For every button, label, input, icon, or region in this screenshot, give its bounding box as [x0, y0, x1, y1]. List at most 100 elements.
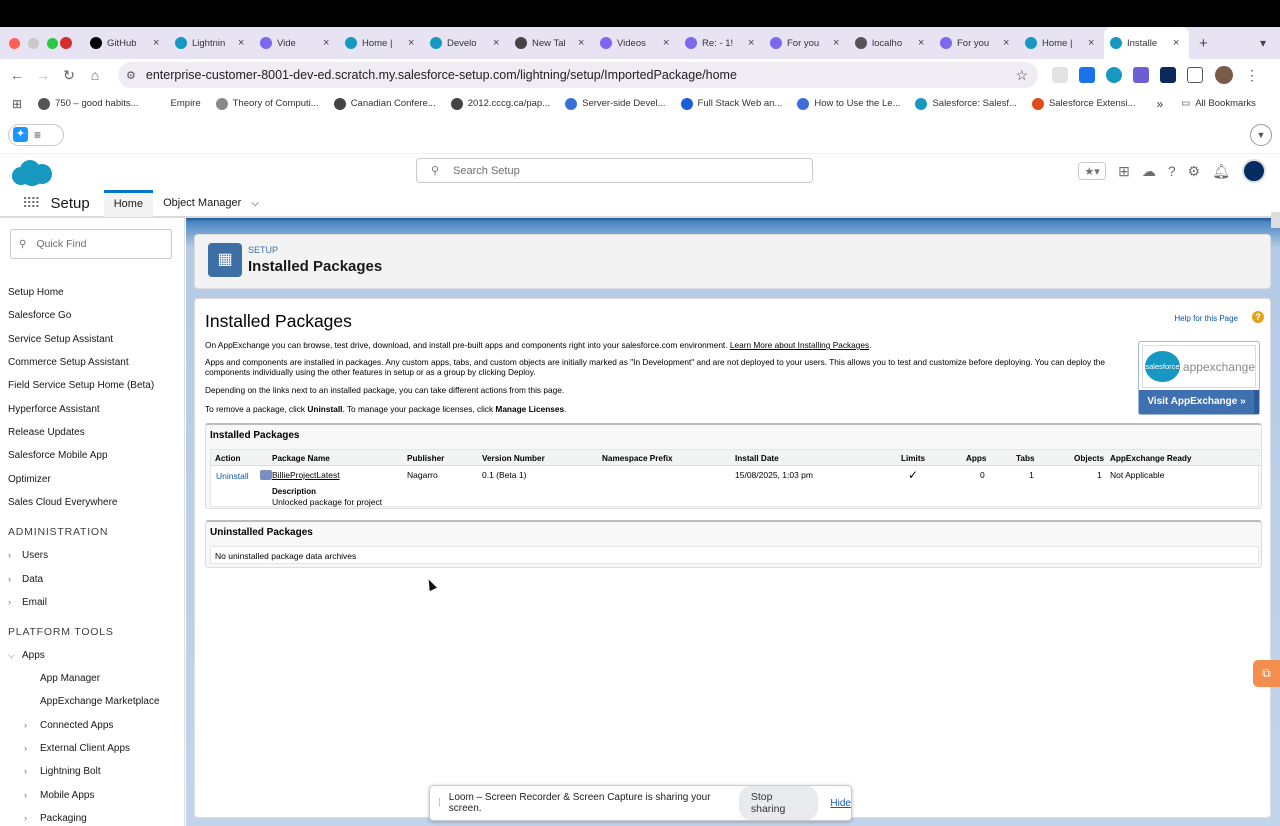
close-tab-icon[interactable]: ×	[833, 37, 843, 49]
notifications-bell-icon[interactable]: 🔔︎	[1212, 163, 1230, 180]
minimize-window-button[interactable]	[28, 37, 39, 49]
browser-tab[interactable]: Installe ×	[1104, 27, 1189, 59]
extension-icon[interactable]	[1160, 67, 1176, 83]
sidebar-item-hyperforce-assistant[interactable]: Hyperforce Assistant	[8, 404, 100, 415]
apps-grid-icon[interactable]: ⊞	[12, 97, 22, 111]
stop-sharing-button[interactable]: Stop sharing	[738, 786, 819, 820]
chevron-down-icon[interactable]: ▼	[1250, 123, 1272, 146]
quick-find-input[interactable]: ⚲ Quick Find	[10, 229, 172, 259]
sidebar-item-commerce-setup-assistant[interactable]: Commerce Setup Assistant	[8, 357, 129, 368]
tab-object-manager[interactable]: Object Manager ⌵	[153, 190, 269, 217]
browser-tab[interactable]: For you ×	[764, 27, 849, 59]
close-tab-icon[interactable]: ×	[323, 37, 333, 49]
sidebar-item-salesforce-go[interactable]: Salesforce Go	[8, 310, 71, 321]
uninstall-link[interactable]: Uninstall	[216, 471, 249, 481]
tab-search-icon[interactable]: ▾	[1252, 32, 1274, 54]
sidebar-item-field-service-setup-home[interactable]: Field Service Setup Home (Beta)	[8, 380, 154, 391]
close-tab-icon[interactable]: ×	[1173, 37, 1183, 49]
close-tab-icon[interactable]: ×	[578, 37, 588, 49]
sidebar-item-apps-child[interactable]: › External Client Apps	[24, 743, 130, 754]
drag-handle-icon[interactable]: ⁞	[438, 798, 441, 809]
sidebar-item-apps[interactable]: ⌵ Apps	[8, 650, 45, 661]
new-tab-button[interactable]: +	[1189, 35, 1208, 52]
close-tab-icon[interactable]: ×	[1003, 37, 1013, 49]
sidebar-item-sales-cloud-everywhere[interactable]: Sales Cloud Everywhere	[8, 497, 118, 508]
close-tab-icon[interactable]: ×	[1088, 37, 1098, 49]
browser-tab[interactable]: Home | ×	[1019, 27, 1104, 59]
sidebar-item-setup-home[interactable]: Setup Home	[8, 287, 64, 298]
feedback-tab-icon[interactable]: ⧉	[1253, 660, 1280, 687]
sidebar-item-service-setup-assistant[interactable]: Service Setup Assistant	[8, 334, 113, 345]
sidebar-item-apps-child[interactable]: › Mobile Apps	[24, 790, 94, 801]
puzzle-icon[interactable]	[1187, 67, 1203, 83]
home-icon[interactable]: ⌂	[82, 67, 108, 83]
help-icon[interactable]: ?	[1252, 311, 1264, 323]
bookmark-item[interactable]: Server-side Devel...	[565, 97, 666, 110]
user-avatar[interactable]	[1242, 159, 1266, 183]
learn-more-link[interactable]: Learn More about Installing Packages	[730, 340, 869, 350]
maximize-window-button[interactable]	[47, 37, 58, 49]
browser-tab[interactable]: GitHub ×	[84, 27, 169, 59]
bookmark-item[interactable]: Full Stack Web an...	[680, 97, 782, 110]
close-tab-icon[interactable]: ×	[153, 37, 163, 49]
scrollbar[interactable]	[1271, 212, 1280, 228]
browser-tab[interactable]: New Tal ×	[509, 27, 594, 59]
reload-icon[interactable]: ↻	[56, 67, 82, 84]
browser-tab[interactable]: Vide ×	[254, 27, 339, 59]
bookmark-item[interactable]: 2012.cccg.ca/pap...	[450, 97, 550, 110]
forward-icon[interactable]: →	[30, 67, 56, 83]
close-window-button[interactable]	[9, 37, 20, 49]
extension-icon[interactable]	[1106, 67, 1122, 83]
all-bookmarks-button[interactable]: ▭ All Bookmarks	[1181, 98, 1256, 109]
bookmark-item[interactable]: 750 – good habits...	[38, 97, 139, 110]
bookmark-item[interactable]: Canadian Confere...	[333, 97, 436, 110]
chevron-down-icon[interactable]: ⌵	[251, 198, 259, 209]
close-tab-icon[interactable]: ×	[663, 37, 673, 49]
help-for-page-link[interactable]: Help for this Page	[1174, 314, 1238, 323]
close-tab-icon[interactable]: ×	[493, 37, 503, 49]
browser-tab[interactable]: Develo ×	[424, 27, 509, 59]
sidebar-item-apps-child[interactable]: › Connected Apps	[24, 720, 113, 731]
help-icon[interactable]: ?	[1168, 163, 1176, 179]
browser-tab[interactable]: Lightnin ×	[169, 27, 254, 59]
visit-appexchange-button[interactable]: Visit AppExchange »	[1139, 390, 1259, 414]
close-tab-icon[interactable]: ×	[238, 37, 248, 49]
browser-tab[interactable]: Re: - 1! ×	[679, 27, 764, 59]
bookmark-star-icon[interactable]: ☆	[1015, 67, 1028, 84]
extension-icon[interactable]	[1133, 67, 1149, 83]
sidebar-item-optimizer[interactable]: Optimizer	[8, 474, 51, 485]
browser-tab[interactable]: localho ×	[849, 27, 934, 59]
sidebar-item-data[interactable]: › Data	[8, 574, 43, 585]
address-bar[interactable]: ⚙ enterprise-customer-8001-dev-ed.scratc…	[118, 62, 1038, 88]
sidebar-item-release-updates[interactable]: Release Updates	[8, 427, 85, 438]
package-name-link[interactable]: BillieProjectLatest	[272, 470, 340, 480]
app-launcher-icon[interactable]: ⠿⠿	[22, 195, 40, 212]
salesforce-logo[interactable]	[10, 158, 54, 188]
close-tab-icon[interactable]: ×	[748, 37, 758, 49]
bookmark-item[interactable]: Salesforce Extensi...	[1031, 97, 1136, 110]
sidebar-item-salesforce-mobile-app[interactable]: Salesforce Mobile App	[8, 450, 108, 461]
sidebar-item-apps-child[interactable]: App Manager	[40, 673, 100, 684]
bookmark-item[interactable]: How to Use the Le...	[797, 97, 900, 110]
bookmark-item[interactable]: Salesforce: Salesf...	[915, 97, 1017, 110]
hide-button[interactable]: Hide	[830, 798, 851, 809]
global-create-icon[interactable]: ⊞	[1118, 163, 1130, 180]
browser-tab[interactable]: Home | ×	[339, 27, 424, 59]
favorites-star-icon[interactable]: ★▾	[1078, 162, 1107, 180]
agent-toggle[interactable]: ✦ ≡	[8, 123, 64, 146]
profile-avatar[interactable]	[1215, 66, 1233, 84]
site-info-icon[interactable]: ⚙	[126, 69, 136, 82]
tab-home[interactable]: Home	[103, 190, 154, 217]
bookmark-item[interactable]: Theory of Computi...	[215, 97, 319, 110]
sidebar-item-users[interactable]: › Users	[8, 550, 48, 561]
back-icon[interactable]: ←	[4, 67, 30, 83]
sidebar-item-apps-child[interactable]: › Packaging	[24, 813, 87, 824]
browser-tab[interactable]: Videos ×	[594, 27, 679, 59]
close-tab-icon[interactable]: ×	[408, 37, 418, 49]
extension-icon[interactable]	[1052, 67, 1068, 83]
setup-gear-icon[interactable]: ⚙	[1188, 163, 1201, 180]
browser-menu-icon[interactable]: ⋮	[1245, 67, 1259, 84]
extension-icon[interactable]	[1079, 67, 1095, 83]
bookmark-item[interactable]: Empire	[153, 97, 201, 110]
sidebar-item-email[interactable]: › Email	[8, 597, 47, 608]
